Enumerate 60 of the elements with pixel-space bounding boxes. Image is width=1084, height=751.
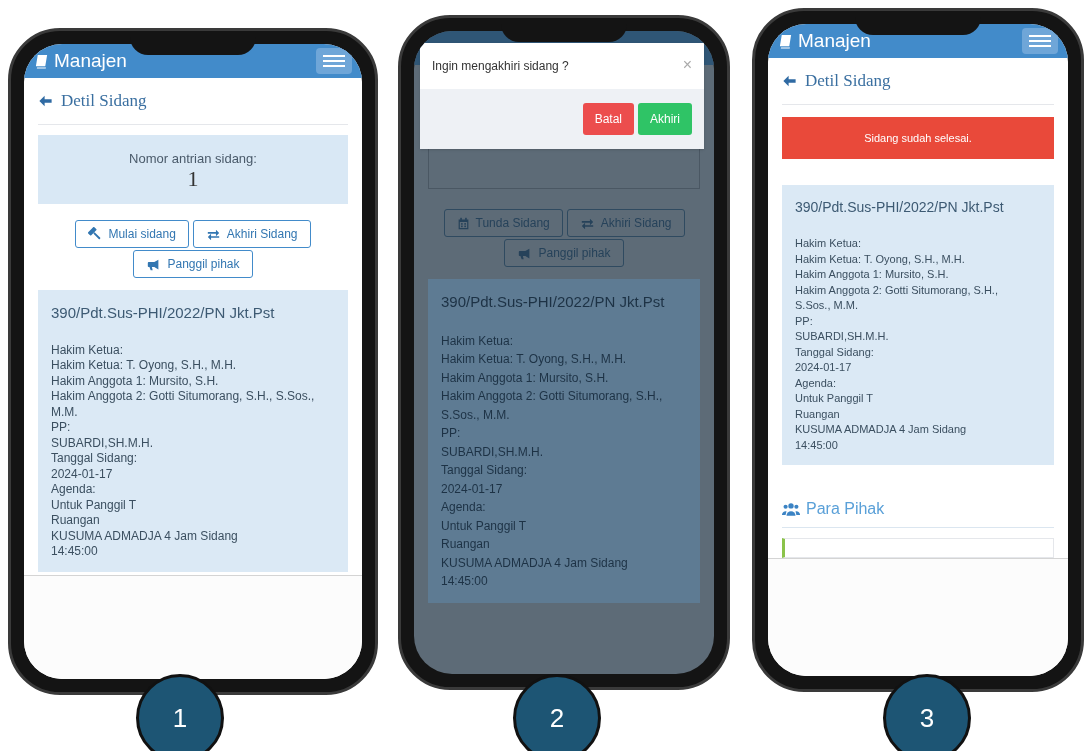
step-number: 2 xyxy=(513,674,601,751)
case-detail-text: Untuk Panggil T xyxy=(441,517,528,535)
case-detail-text: Ruangan xyxy=(795,406,841,422)
case-detail-text: 2024-01-17 xyxy=(51,466,114,482)
case-number: 390/Pdt.Sus-PHI/2022/PN Jkt.Pst xyxy=(51,303,276,323)
case-detail-text: 14:45:00 xyxy=(795,437,839,453)
dialog-message: Ingin mengakhiri sidang ? xyxy=(432,58,569,75)
case-detail-text: 2024-01-17 xyxy=(441,480,504,498)
case-detail-text: PP: xyxy=(51,420,72,436)
case-detail-text: Tanggal Sidang: xyxy=(795,344,875,360)
queue-number: 1 xyxy=(187,168,199,190)
app-title: Manajen xyxy=(54,48,127,73)
page-title: Detil Sidang xyxy=(805,70,891,92)
queue-label: Nomor antrian sidang: xyxy=(129,149,257,168)
case-detail-text: SUBARDI,SH.M.H. xyxy=(795,329,890,344)
case-detail-text: SUBARDI,SH.M.H. xyxy=(51,435,154,451)
step-number: 3 xyxy=(883,674,971,751)
action-button[interactable]: Mulai sidang xyxy=(75,220,189,248)
page-title: Detil Sidang xyxy=(61,90,147,112)
case-detail-text: Hakim Ketua: T. Oyong, S.H., M.H. xyxy=(441,351,628,368)
case-detail-text: KUSUMA ADMADJA 4 Jam Sidang xyxy=(51,528,239,544)
case-detail-text: Ruangan xyxy=(441,536,491,553)
case-detail-text: Hakim Ketua: xyxy=(51,342,125,358)
case-detail-text: Hakim Anggota 1: Mursito, S.H. xyxy=(795,267,950,282)
case-number: 390/Pdt.Sus-PHI/2022/PN Jkt.Pst xyxy=(441,292,666,312)
case-detail-text: SUBARDI,SH.M.H. xyxy=(441,443,544,461)
case-detail-text: PP: xyxy=(795,313,814,329)
case-detail-text: 14:45:00 xyxy=(51,544,99,560)
dialog-button[interactable]: Akhiri xyxy=(638,103,692,135)
case-detail-text: Hakim Anggota 1: Mursito, S.H. xyxy=(441,369,610,387)
case-detail-text: Untuk Panggil T xyxy=(795,391,875,406)
case-detail-text: Hakim Anggota 1: Mursito, S.H. xyxy=(51,373,220,389)
action-button[interactable]: Panggil pihak xyxy=(133,250,253,278)
case-detail-text: Hakim Anggota 2: Gotti Situmorang, S.H., S.Sos., M.M. xyxy=(51,389,316,420)
case-detail-text: Hakim Anggota 2: Gotti Situmorang, S.H., S.Sos., M.M. xyxy=(795,282,999,313)
case-detail-text: Tanggal Sidang: xyxy=(51,451,139,467)
case-detail-text: Hakim Anggota 2: Gotti Situmorang, S.H., S.Sos., M.M. xyxy=(441,388,664,424)
action-button[interactable]: Akhiri Sidang xyxy=(192,220,311,248)
alert-message: Sidang sudah selesai. xyxy=(782,116,1054,159)
case-detail-text: Agenda: xyxy=(795,375,837,391)
case-detail-text: Hakim Ketua: xyxy=(795,236,863,251)
action-button[interactable]: Panggil pihak xyxy=(504,239,624,267)
close-button[interactable]: × xyxy=(682,57,692,73)
case-detail-text: KUSUMA ADMADJA 4 Jam Sidang xyxy=(441,554,629,572)
case-detail-text: Tanggal Sidang: xyxy=(441,462,529,479)
case-detail-text: Hakim Ketua: xyxy=(441,332,515,350)
case-detail-text: 14:45:00 xyxy=(441,573,489,590)
case-detail-text: Hakim Ketua: T. Oyong, S.H., M.H. xyxy=(51,358,238,374)
section-title: Para Pihak xyxy=(806,499,885,519)
case-detail-text: Hakim Ketua: T. Oyong, S.H., M.H. xyxy=(795,251,966,267)
app-title: Manajen xyxy=(798,28,871,53)
case-detail-text: 2024-01-17 xyxy=(795,360,853,375)
case-detail-text: Agenda: xyxy=(51,482,97,498)
case-detail-text: Untuk Panggil T xyxy=(51,497,138,513)
case-detail-text: KUSUMA ADMADJA 4 Jam Sidang xyxy=(795,422,968,437)
case-number: 390/Pdt.Sus-PHI/2022/PN Jkt.Pst xyxy=(795,198,1005,217)
case-detail-text: Agenda: xyxy=(441,499,487,516)
dialog-button[interactable]: Batal xyxy=(582,103,634,135)
case-detail-text: Ruangan xyxy=(51,513,101,529)
case-detail-text: PP: xyxy=(441,425,462,442)
